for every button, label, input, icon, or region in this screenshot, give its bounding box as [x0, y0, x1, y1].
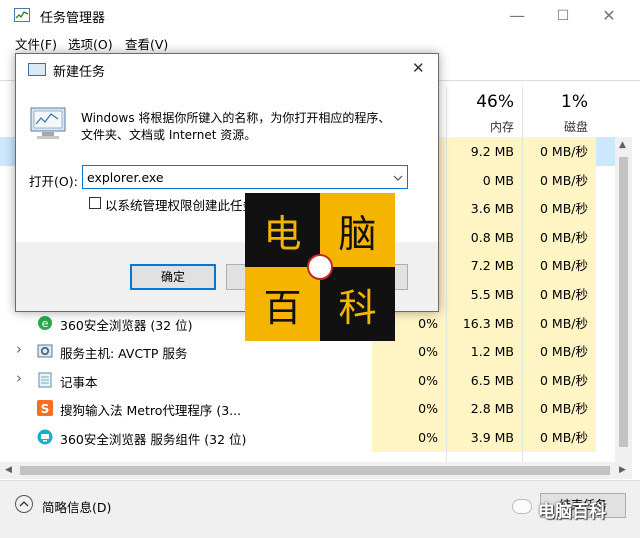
- maximize-button[interactable]: ☐: [540, 0, 586, 31]
- dialog-close-icon[interactable]: ✕: [412, 59, 425, 77]
- svg-text:S: S: [41, 402, 50, 416]
- svg-text:e: e: [42, 317, 49, 330]
- open-input[interactable]: explorer.exe: [82, 165, 408, 189]
- memory-cell: 5.5 MB: [446, 280, 522, 309]
- cpu-cell: 0%: [372, 394, 446, 424]
- dialog-description: 文件夹、文档或 Internet 资源。: [81, 128, 257, 142]
- horizontal-scrollbar[interactable]: ◀ ▶: [0, 462, 632, 479]
- process-name: 记事本: [60, 374, 98, 390]
- scroll-left-icon[interactable]: ◀: [5, 465, 12, 475]
- watermark-logo: 电 脑 百 科: [245, 193, 395, 341]
- process-name: 服务主机: AVCTP 服务: [60, 346, 188, 362]
- computer-run-icon: [30, 107, 66, 139]
- admin-checkbox-label[interactable]: 以系统管理权限创建此任务: [105, 195, 255, 214]
- memory-cell: 3.9 MB: [446, 423, 522, 452]
- disk-cell: 0 MB/秒: [522, 337, 596, 367]
- scroll-right-icon[interactable]: ▶: [619, 465, 626, 475]
- memory-cell: 3.6 MB: [446, 194, 522, 224]
- dialog-title: 新建任务: [53, 65, 106, 80]
- memory-label: 内存: [489, 120, 514, 134]
- memory-cell: 7.2 MB: [446, 251, 522, 281]
- watermark-caption-box: 电脑百科: [508, 493, 636, 522]
- cpu-cell: 0%: [372, 337, 446, 367]
- menu-file[interactable]: 文件(F): [15, 34, 57, 53]
- memory-cell: 0 MB: [446, 165, 522, 195]
- expand-chevron-icon[interactable]: ›: [16, 369, 22, 387]
- scroll-up-icon[interactable]: ▲: [619, 140, 626, 150]
- logo-char: 电: [245, 193, 320, 267]
- logo-mouse-icon: [307, 254, 333, 280]
- close-button[interactable]: ✕: [586, 0, 632, 31]
- disk-cell: 0 MB/秒: [522, 308, 596, 338]
- column-divider: [446, 87, 447, 462]
- disk-cell: 0 MB/秒: [522, 394, 596, 424]
- disk-percent: 1%: [561, 92, 588, 112]
- menu-bar: 文件(F) 选项(O) 查看(V): [0, 31, 640, 53]
- column-divider: [522, 87, 523, 462]
- window-title: 任务管理器: [40, 11, 106, 26]
- ie-e-icon: e: [37, 315, 53, 331]
- memory-cell: 16.3 MB: [446, 308, 522, 338]
- logo-char: 脑: [320, 193, 395, 267]
- dialog-description: Windows 将根据你所键入的名称，为你打开相应的程序、: [81, 111, 391, 125]
- memory-cell: 6.5 MB: [446, 365, 522, 395]
- memory-cell: 9.2 MB: [446, 137, 522, 166]
- process-name: 360安全浏览器 (32 位): [60, 317, 193, 333]
- minimize-button[interactable]: —: [494, 0, 540, 31]
- disk-label: 磁盘: [563, 120, 588, 134]
- expand-chevron-icon[interactable]: ›: [16, 340, 22, 358]
- memory-cell: 0.8 MB: [446, 222, 522, 252]
- open-input-value: explorer.exe: [87, 170, 164, 185]
- disk-cell: 0 MB/秒: [522, 423, 596, 452]
- disk-cell: 0 MB/秒: [522, 280, 596, 309]
- notepad-icon: [37, 372, 53, 388]
- wechat-icon: [512, 499, 532, 514]
- watermark-caption: 电脑百科: [538, 502, 606, 522]
- menu-view[interactable]: 查看(V): [125, 34, 168, 53]
- monitor-icon: [37, 429, 53, 445]
- task-manager-icon: [14, 8, 30, 22]
- disk-cell: 0 MB/秒: [522, 165, 596, 195]
- memory-percent: 46%: [476, 92, 514, 112]
- cpu-cell: 0%: [372, 423, 446, 452]
- memory-cell: 2.8 MB: [446, 394, 522, 424]
- disk-cell: 0 MB/秒: [522, 222, 596, 252]
- logo-char: 百: [245, 267, 320, 341]
- sogou-s-icon: S: [37, 400, 53, 417]
- cpu-cell: 0%: [372, 365, 446, 395]
- menu-options[interactable]: 选项(O): [68, 34, 113, 53]
- less-details-link[interactable]: 简略信息(D): [42, 497, 111, 516]
- memory-cell: 1.2 MB: [446, 337, 522, 367]
- chevron-down-icon[interactable]: [393, 171, 403, 185]
- run-icon: [28, 63, 46, 76]
- chevron-up-icon[interactable]: [15, 495, 33, 513]
- admin-checkbox[interactable]: [89, 197, 101, 209]
- title-bar: 任务管理器 — ☐ ✕: [0, 0, 640, 31]
- process-name: 360安全浏览器 服务组件 (32 位): [60, 432, 247, 447]
- vertical-scrollbar[interactable]: ▲: [615, 137, 632, 462]
- process-name: 搜狗输入法 Metro代理程序 (3...: [60, 403, 242, 419]
- disk-cell: 0 MB/秒: [522, 194, 596, 224]
- disk-cell: 0 MB/秒: [522, 365, 596, 395]
- disk-cell: 0 MB/秒: [522, 251, 596, 281]
- gear-icon: [37, 343, 53, 359]
- ok-button[interactable]: 确定: [130, 264, 216, 290]
- column-header-memory[interactable]: 46% 内存: [446, 87, 522, 137]
- open-label: 打开(O):: [29, 174, 78, 189]
- column-header-disk[interactable]: 1% 磁盘: [522, 87, 596, 137]
- logo-char: 科: [320, 267, 395, 341]
- horizontal-scroll-thumb[interactable]: [20, 466, 610, 475]
- vertical-scroll-thumb[interactable]: [619, 157, 628, 447]
- disk-cell: 0 MB/秒: [522, 137, 596, 166]
